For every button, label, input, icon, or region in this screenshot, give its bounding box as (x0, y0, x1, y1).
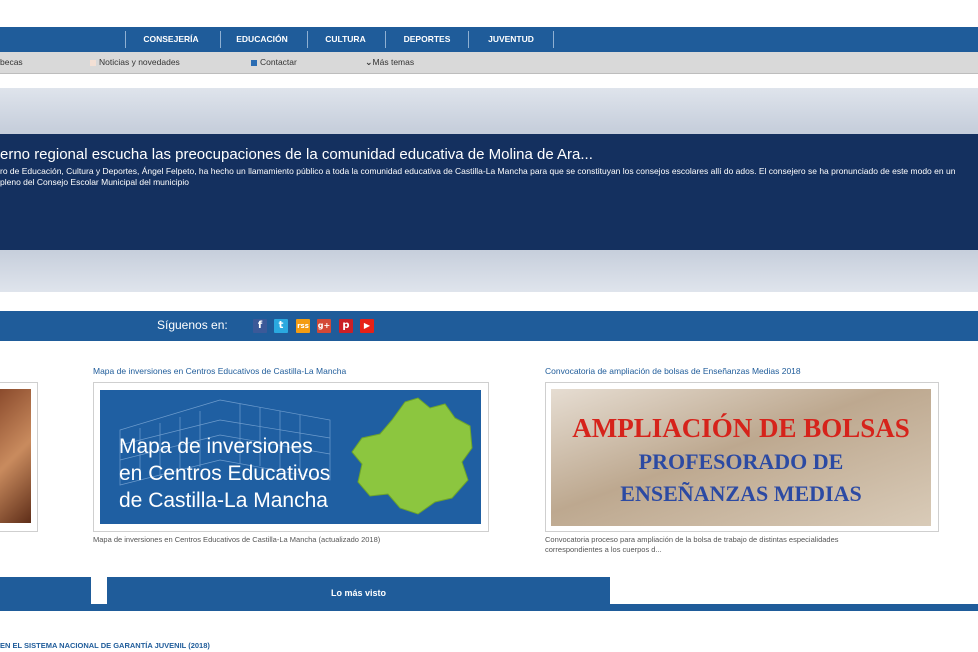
card-partial[interactable] (0, 382, 38, 532)
nav-separator (220, 31, 221, 48)
nav-item-consejeria[interactable]: CONSEJERÍA (131, 27, 211, 52)
card-title[interactable]: Convocatoria de ampliación de bolsas de … (545, 366, 801, 376)
nav-separator (385, 31, 386, 48)
news-slider: erno regional escucha las preocupaciones… (0, 88, 978, 292)
nav-item-educacion[interactable]: EDUCACIÓN (226, 27, 298, 52)
main-nav: CONSEJERÍA EDUCACIÓN CULTURA DEPORTES JU… (0, 27, 978, 52)
subnav-contactar[interactable]: Contactar (251, 52, 297, 73)
rss-icon[interactable]: rss (296, 319, 310, 333)
subnav-contactar-label: Contactar (260, 57, 297, 67)
image-line: de Castilla-La Mancha (119, 489, 328, 512)
news-summary: ro de Educación, Cultura y Deportes, Áng… (0, 166, 956, 187)
subnav-mas-temas-label: Más temas (372, 57, 415, 67)
pinterest-icon[interactable]: p (339, 319, 353, 333)
facebook-icon[interactable]: f (253, 319, 267, 333)
mail-icon (251, 59, 257, 66)
tab-previous[interactable] (0, 577, 91, 606)
social-bar: Síguenos en: f t rss g+ p ▶ (0, 311, 978, 341)
image-line: AMPLIACIÓN DE BOLSAS (572, 413, 910, 443)
news-headline[interactable]: erno regional escucha las preocupaciones… (0, 146, 593, 163)
chevron-down-icon: ⌄ (365, 58, 373, 68)
investment-map-image[interactable]: Mapa de inversiones en Centros Educativo… (100, 390, 481, 524)
image-line: PROFESORADO DE (638, 449, 844, 474)
twitter-icon[interactable]: t (274, 319, 288, 333)
subnav-noticias-label: Noticias y novedades (99, 57, 180, 67)
image-line: ENSEÑANZAS MEDIAS (620, 481, 862, 506)
nav-item-deportes[interactable]: DEPORTES (391, 27, 463, 52)
image-line: en Centros Educativos (119, 462, 331, 485)
castilla-la-mancha-map (351, 397, 473, 515)
nav-item-juventud[interactable]: JUVENTUD (475, 27, 547, 52)
image-line: Mapa de inversiones (119, 435, 313, 458)
nav-separator (468, 31, 469, 48)
nav-item-cultura[interactable]: CULTURA (313, 27, 378, 52)
card-caption-line: Convocatoria proceso para ampliación de … (545, 535, 839, 544)
card-caption: Mapa de inversiones en Centros Educativo… (93, 535, 381, 544)
card-caption: Convocatoria proceso para ampliación de … (545, 535, 839, 555)
nav-separator (125, 31, 126, 48)
news-icon (90, 59, 96, 66)
tab-mas-visto[interactable]: Lo más visto (107, 577, 610, 606)
secondary-nav: becas Noticias y novedades Contactar ⌄Má… (0, 52, 978, 74)
nav-separator (307, 31, 308, 48)
news-link[interactable]: EN EL SISTEMA NACIONAL DE GARANTÍA JUVEN… (0, 641, 210, 650)
card-partial-image (0, 389, 31, 523)
youtube-icon[interactable]: ▶ (360, 319, 374, 333)
ampliacion-bolsas-image[interactable]: AMPLIACIÓN DE BOLSAS PROFESORADO DE ENSE… (551, 389, 931, 526)
card-caption-line: correspondientes a los cuerpos d... (545, 545, 662, 554)
subnav-noticias[interactable]: Noticias y novedades (90, 52, 180, 73)
investment-map-heading: Mapa de inversiones en Centros Educativo… (119, 433, 330, 514)
subnav-mas-temas[interactable]: ⌄Más temas (365, 52, 414, 73)
card-title[interactable]: Mapa de inversiones en Centros Educativo… (93, 366, 346, 376)
subnav-becas[interactable]: becas (0, 52, 23, 73)
nav-separator (553, 31, 554, 48)
follow-label: Síguenos en: (157, 318, 228, 332)
news-slide[interactable]: erno regional escucha las preocupaciones… (0, 134, 978, 250)
google-plus-icon[interactable]: g+ (317, 319, 331, 333)
